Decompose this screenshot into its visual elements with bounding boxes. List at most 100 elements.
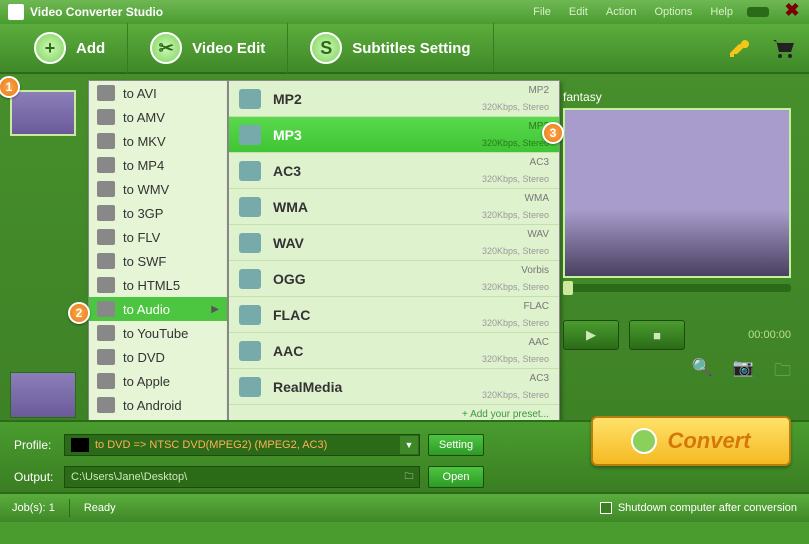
shutdown-checkbox[interactable]: Shutdown computer after conversion bbox=[600, 502, 797, 514]
audio-item-name: AAC bbox=[273, 343, 303, 359]
audio-item-aac[interactable]: AACAAC320Kbps, Stereo bbox=[229, 333, 559, 369]
format-item-label: to DVD bbox=[123, 350, 165, 365]
seek-slider[interactable] bbox=[563, 284, 791, 292]
profile-dropdown-icon[interactable]: ▼ bbox=[399, 435, 419, 455]
audio-item-rate: 320Kbps, Stereo bbox=[482, 354, 549, 364]
plus-icon: + bbox=[34, 32, 66, 64]
format-item-label: to YouTube bbox=[123, 326, 188, 341]
audio-item-rate: 320Kbps, Stereo bbox=[482, 102, 549, 112]
audio-item-icon bbox=[239, 233, 261, 253]
audio-item-ac3[interactable]: AC3AC3320Kbps, Stereo bbox=[229, 153, 559, 189]
format-item-icon bbox=[97, 253, 115, 269]
audio-item-format: FLAC bbox=[523, 301, 549, 312]
subtitles-button[interactable]: S Subtitles Setting bbox=[288, 23, 493, 73]
thumbnail-item[interactable] bbox=[10, 90, 76, 136]
format-item-icon bbox=[97, 157, 115, 173]
thumbnail-column bbox=[10, 90, 80, 140]
stop-button[interactable]: ■ bbox=[629, 320, 685, 350]
format-item-icon bbox=[97, 349, 115, 365]
thumbnail-item[interactable] bbox=[10, 372, 76, 418]
audio-item-flac[interactable]: FLACFLAC320Kbps, Stereo bbox=[229, 297, 559, 333]
slider-knob[interactable] bbox=[563, 281, 573, 295]
video-edit-label: Video Edit bbox=[192, 40, 265, 57]
audio-item-name: AC3 bbox=[273, 163, 301, 179]
audio-item-icon bbox=[239, 89, 261, 109]
audio-item-ogg[interactable]: OGGVorbis320Kbps, Stereo bbox=[229, 261, 559, 297]
menu-help[interactable]: Help bbox=[710, 6, 733, 18]
format-item-to-youtube[interactable]: to YouTube bbox=[89, 321, 227, 345]
audio-item-mp3[interactable]: MP3MP3320Kbps, Stereo bbox=[229, 117, 559, 153]
format-item-label: to 3GP bbox=[123, 206, 163, 221]
video-edit-button[interactable]: ✂ Video Edit bbox=[128, 23, 288, 73]
menu-file[interactable]: File bbox=[533, 6, 551, 18]
audio-item-rate: 320Kbps, Stereo bbox=[482, 210, 549, 220]
format-item-icon bbox=[97, 277, 115, 293]
camera-tool-icon[interactable]: 📷 bbox=[733, 358, 754, 387]
audio-item-rate: 320Kbps, Stereo bbox=[482, 138, 549, 148]
close-button[interactable]: ✖ bbox=[783, 4, 801, 20]
format-item-to-dvd[interactable]: to DVD bbox=[89, 345, 227, 369]
open-button[interactable]: Open bbox=[428, 466, 484, 488]
cart-icon[interactable] bbox=[769, 36, 797, 60]
add-label: Add bbox=[76, 40, 105, 57]
audio-item-rate: 320Kbps, Stereo bbox=[482, 282, 549, 292]
status-bar: Job(s): 1 Ready Shutdown computer after … bbox=[0, 492, 809, 522]
search-tool-icon[interactable]: 🔍 bbox=[692, 358, 713, 387]
menu-edit[interactable]: Edit bbox=[569, 6, 588, 18]
audio-item-mp2[interactable]: MP2MP2320Kbps, Stereo bbox=[229, 81, 559, 117]
minimize-button[interactable] bbox=[747, 7, 769, 17]
format-item-label: to SWF bbox=[123, 254, 166, 269]
play-button[interactable]: ▶ bbox=[563, 320, 619, 350]
format-item-to-mkv[interactable]: to MKV bbox=[89, 129, 227, 153]
format-item-icon bbox=[97, 325, 115, 341]
format-item-to-avi[interactable]: to AVI bbox=[89, 81, 227, 105]
format-item-to-audio[interactable]: to Audio▶ bbox=[89, 297, 227, 321]
add-button[interactable]: + Add bbox=[12, 23, 128, 73]
audio-item-realmedia[interactable]: RealMediaAC3320Kbps, Stereo bbox=[229, 369, 559, 405]
bottom-panel: Profile: to DVD => NTSC DVD(MPEG2) (MPEG… bbox=[0, 420, 809, 492]
audio-item-format: MP2 bbox=[528, 85, 549, 96]
format-item-to-html5[interactable]: to HTML5 bbox=[89, 273, 227, 297]
audio-item-name: WAV bbox=[273, 235, 304, 251]
format-item-to-apple[interactable]: to Apple bbox=[89, 369, 227, 393]
format-item-icon bbox=[97, 109, 115, 125]
preview-screen bbox=[563, 108, 791, 278]
format-item-label: to Apple bbox=[123, 374, 170, 389]
audio-item-icon bbox=[239, 269, 261, 289]
format-item-icon bbox=[97, 85, 115, 101]
audio-item-icon bbox=[239, 197, 261, 217]
profile-field[interactable]: to DVD => NTSC DVD(MPEG2) (MPEG2, AC3) ▼ bbox=[64, 434, 420, 456]
key-icon[interactable] bbox=[727, 36, 751, 60]
format-item-to-3gp[interactable]: to 3GP bbox=[89, 201, 227, 225]
format-item-icon bbox=[97, 181, 115, 197]
app-logo-icon bbox=[8, 4, 24, 20]
audio-item-rate: 320Kbps, Stereo bbox=[482, 390, 549, 400]
format-item-label: to MKV bbox=[123, 134, 166, 149]
format-item-to-wmv[interactable]: to WMV bbox=[89, 177, 227, 201]
menu-bar: File Edit Action Options Help bbox=[533, 6, 733, 18]
format-item-to-amv[interactable]: to AMV bbox=[89, 105, 227, 129]
audio-item-wav[interactable]: WAVWAV320Kbps, Stereo bbox=[229, 225, 559, 261]
format-item-label: to AMV bbox=[123, 110, 165, 125]
audio-item-wma[interactable]: WMAWMA320Kbps, Stereo bbox=[229, 189, 559, 225]
scissors-icon: ✂ bbox=[150, 32, 182, 64]
thumbnail-column-2 bbox=[10, 372, 80, 422]
audio-item-icon bbox=[239, 341, 261, 361]
format-item-to-android[interactable]: to Android bbox=[89, 393, 227, 417]
main-toolbar: + Add ✂ Video Edit S Subtitles Setting bbox=[0, 24, 809, 74]
format-item-to-flv[interactable]: to FLV bbox=[89, 225, 227, 249]
menu-options[interactable]: Options bbox=[654, 6, 692, 18]
jobs-label: Job(s): bbox=[12, 502, 46, 514]
format-item-to-swf[interactable]: to SWF bbox=[89, 249, 227, 273]
playback-controls: ▶ ■ 00:00:00 bbox=[563, 320, 791, 350]
format-item-label: to Android bbox=[123, 398, 182, 413]
format-item-to-mp4[interactable]: to MP4 bbox=[89, 153, 227, 177]
browse-output-icon[interactable]: 🗀 bbox=[399, 467, 419, 487]
convert-button[interactable]: Convert bbox=[591, 416, 791, 466]
folder-tool-icon[interactable]: 🗀 bbox=[774, 358, 791, 387]
menu-action[interactable]: Action bbox=[606, 6, 637, 18]
setting-button[interactable]: Setting bbox=[428, 434, 484, 456]
dvd-icon bbox=[71, 438, 89, 452]
output-field[interactable]: C:\Users\Jane\Desktop\ 🗀 bbox=[64, 466, 420, 488]
audio-item-name: WMA bbox=[273, 199, 308, 215]
